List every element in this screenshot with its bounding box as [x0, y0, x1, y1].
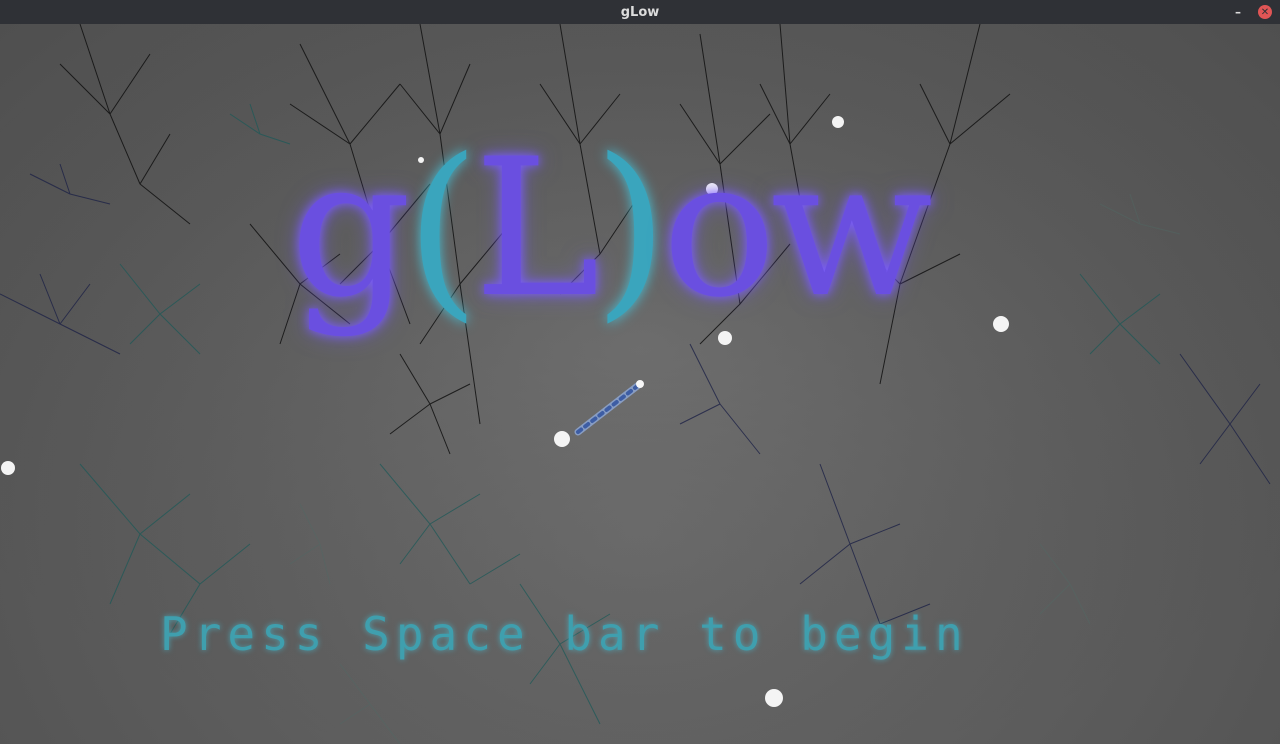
window-title: gLow [620, 4, 660, 20]
logo-text: g(L)ow [290, 134, 933, 324]
logo-close-paren: ) [593, 118, 668, 339]
logo-open-paren: ( [405, 118, 480, 339]
window-controls: – ✕ [1232, 0, 1272, 24]
logo-letter-g: g [290, 118, 412, 339]
minimize-button[interactable]: – [1232, 5, 1244, 19]
logo-letters-ow: ow [662, 118, 933, 339]
close-button[interactable]: ✕ [1258, 5, 1272, 19]
logo-letter-L: L [473, 118, 600, 339]
window-titlebar: gLow – ✕ [0, 0, 1280, 24]
game-viewport[interactable]: g(L)ow Press Space bar to begin [0, 24, 1280, 744]
start-prompt: Press Space bar to begin [160, 607, 969, 661]
